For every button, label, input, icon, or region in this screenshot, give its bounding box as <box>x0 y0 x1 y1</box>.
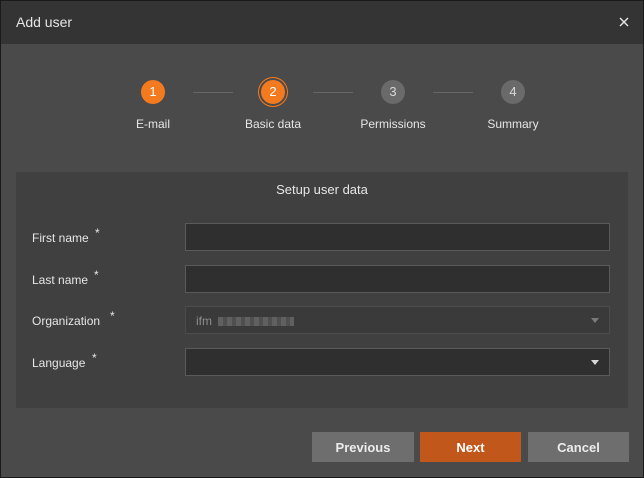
chevron-down-icon <box>591 318 599 323</box>
previous-button[interactable]: Previous <box>312 432 414 462</box>
dialog-title: Add user <box>16 14 73 30</box>
step-label: E-mail <box>135 117 170 131</box>
required-marker: * <box>95 226 100 240</box>
step-email: 1 E-mail <box>93 80 213 131</box>
required-marker: * <box>94 268 99 282</box>
step-summary: 4 Summary <box>453 80 573 131</box>
step-label: Summary <box>487 117 539 131</box>
panel-title: Setup user data <box>276 182 368 197</box>
title-bar: Add user <box>1 1 643 44</box>
organization-label: Organization <box>32 314 101 328</box>
step-number: 1 <box>141 80 165 104</box>
step-number: 4 <box>501 80 525 104</box>
add-user-dialog: Add user 1 E-mail 2 Basic data 3 Permiss… <box>0 0 644 478</box>
last-name-input[interactable] <box>185 265 610 293</box>
step-basic-data: 2 Basic data <box>213 80 333 131</box>
step-label: Permissions <box>360 117 426 131</box>
organization-select[interactable]: ifm <box>185 306 610 334</box>
wizard-stepper: 1 E-mail 2 Basic data 3 Permissions 4 Su… <box>1 44 643 164</box>
step-label: Basic data <box>244 117 302 131</box>
required-marker: * <box>110 309 115 323</box>
language-row: Language * <box>16 348 628 378</box>
language-select[interactable] <box>185 348 610 376</box>
first-name-label: First name <box>32 231 89 245</box>
step-permissions: 3 Permissions <box>333 80 453 131</box>
chevron-down-icon <box>591 360 599 365</box>
last-name-row: Last name * <box>16 265 628 295</box>
first-name-input[interactable] <box>185 223 610 251</box>
cancel-button[interactable]: Cancel <box>528 432 629 462</box>
organization-row: Organization * ifm <box>16 306 628 336</box>
first-name-row: First name * <box>16 223 628 253</box>
required-marker: * <box>92 351 97 365</box>
step-number: 2 <box>261 80 285 104</box>
organization-value: ifm <box>196 314 294 328</box>
user-data-panel: Setup user data First name * Last name *… <box>16 172 628 408</box>
last-name-label: Last name <box>32 273 89 287</box>
close-icon[interactable] <box>615 13 633 31</box>
redacted-text <box>218 317 294 327</box>
step-number: 3 <box>381 80 405 104</box>
next-button[interactable]: Next <box>420 432 521 462</box>
language-label: Language <box>32 356 86 370</box>
